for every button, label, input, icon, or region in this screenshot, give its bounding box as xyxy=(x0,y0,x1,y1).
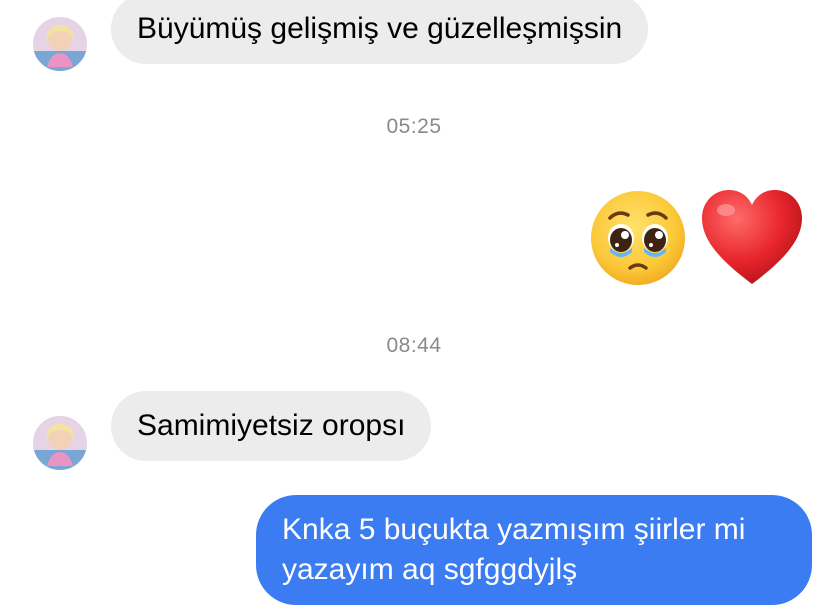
message-text: Knka 5 buçukta yazmışım şiirler mi yazay… xyxy=(282,513,746,586)
outgoing-emoji-message[interactable] xyxy=(588,188,804,288)
timestamp: 05:25 xyxy=(386,115,442,138)
incoming-message-bubble[interactable]: Büyümüş gelişmiş ve güzelleşmişsin xyxy=(111,0,649,64)
contact-avatar[interactable] xyxy=(33,416,87,470)
avatar-photo xyxy=(33,416,87,470)
message-text: Büyümüş gelişmiş ve güzelleşmişsin xyxy=(137,12,623,45)
incoming-message-bubble[interactable]: Samimiyetsiz oropsı xyxy=(111,391,432,461)
pleading-face-emoji xyxy=(591,191,685,285)
timestamp: 08:44 xyxy=(386,334,442,357)
red-heart-emoji xyxy=(702,190,802,284)
avatar-photo xyxy=(33,17,87,71)
message-text: Samimiyetsiz oropsı xyxy=(137,409,406,442)
contact-avatar[interactable] xyxy=(33,17,87,71)
outgoing-message-bubble[interactable]: Knka 5 buçukta yazmışım şiirler mi yazay… xyxy=(256,495,812,605)
chat-thread: Büyümüş gelişmiş ve güzelleşmişsin 05:25 xyxy=(0,0,828,611)
